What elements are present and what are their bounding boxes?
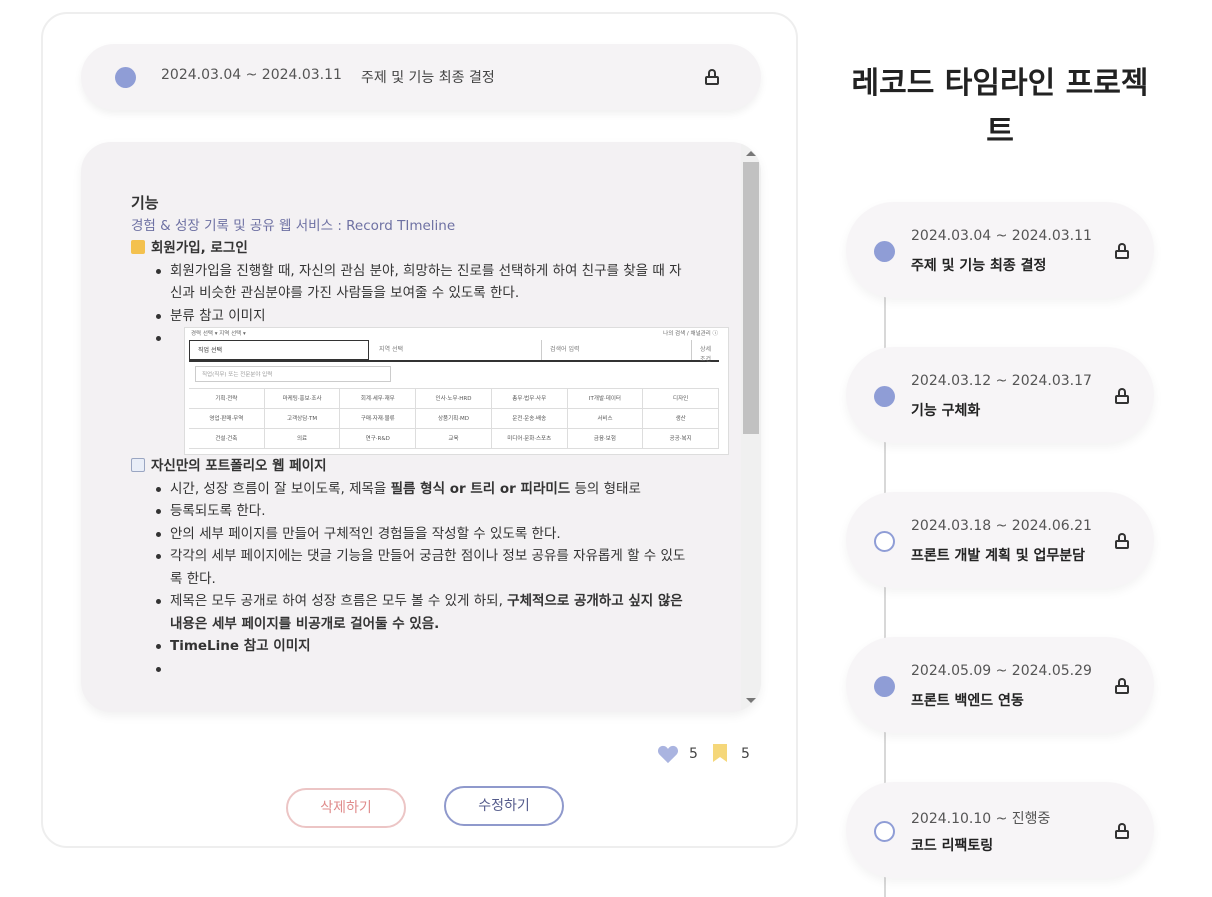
category-cell: 운전·운송·배송 [491,409,568,429]
category-cell: 회계·세무·재무 [340,389,417,409]
lock-icon[interactable] [1115,678,1129,694]
section-subtitle: 경험 & 성장 기록 및 공유 웹 서비스 : Record TImeline [131,217,456,234]
category-cell: 영업·판매·무역 [189,409,265,429]
timeline-dot-icon [874,241,895,262]
category-cell: IT개발·데이터 [567,389,644,409]
list-item: 분류 참고 이미지 [156,305,691,328]
timeline-dot-icon [874,531,895,552]
edit-button[interactable]: 수정하기 [444,786,564,826]
document-emoji-icon [131,458,145,472]
list-item: 시간, 성장 흐름이 잘 보이도록, 제목을 필름 형식 or 트리 or 피라… [156,478,691,501]
timeline-dot-icon [874,821,895,842]
heart-icon[interactable] [657,744,679,764]
category-cell: 인사·노무·HRD [416,389,492,409]
category-cell: 디자인 [643,389,719,409]
detail-title: 주제 및 기능 최종 결정 [361,70,495,86]
detail-date: 2024.03.04 ~ 2024.03.11 [161,67,342,83]
category-cell: 고객상담·TM [264,409,341,429]
list-item: 제목은 모두 공개로 하여 성장 흐름은 모두 볼 수 있게 하되, 구체적으로… [156,590,691,635]
like-count: 5 [689,746,698,762]
lock-icon[interactable] [705,69,719,85]
scroll-thumb[interactable] [743,162,759,434]
signup-header: 회원가입, 로그인 [131,237,691,260]
detail-card: 2024.03.04 ~ 2024.03.11 주제 및 기능 최종 결정 기능… [41,12,798,848]
category-cell: 마케팅·홍보·조사 [264,389,341,409]
timeline-title: 기능 구체화 [911,403,981,419]
section-title: 기능 [131,194,159,212]
timeline-title: 코드 리팩토링 [911,838,994,854]
portfolio-header: 자신만의 포트폴리오 웹 페이지 [131,455,691,478]
scrollbar[interactable] [741,142,761,712]
detail-header: 2024.03.04 ~ 2024.03.11 주제 및 기능 최종 결정 [81,44,761,110]
category-cell: 서비스 [567,409,644,429]
page-title: 레코드 타임라인 프로젝트 [851,66,1149,149]
bookmark-count: 5 [741,746,750,762]
timeline-title: 주제 및 기능 최종 결정 [911,258,1047,274]
detail-content[interactable]: 기능 경험 & 성장 기록 및 공유 웹 서비스 : Record TImeli… [81,142,761,712]
list-item: 등록되도록 한다. [156,500,691,523]
category-cell: 금융·보험 [567,429,644,449]
scroll-down-arrow-icon[interactable] [746,698,756,703]
list-item: TimeLine 참고 이미지 [156,635,691,658]
timeline-dot-icon [874,386,895,407]
list-item: 경력 선택 ▾ 지역 선택 ▾ 나의 검색 / 채널관리 ⓘ 직업 선택 지역 … [156,327,729,455]
timeline-date: 2024.10.10 ~ 진행중 [911,811,1051,827]
timeline-dot-icon [874,676,895,697]
timeline-date: 2024.03.18 ~ 2024.06.21 [911,518,1092,534]
timeline-item[interactable]: 2024.03.18 ~ 2024.06.21 프론트 개발 계획 및 업무분담 [846,492,1154,588]
category-cell: 미디어·문화·스포츠 [491,429,568,449]
category-cell: 공공·복지 [643,429,719,449]
list-item: 안의 세부 페이지를 만들어 구체적인 경험들을 작성할 수 있도록 한다. [156,523,691,546]
lock-icon[interactable] [1115,243,1129,259]
lock-emoji-icon [131,240,145,254]
timeline-item[interactable]: 2024.03.12 ~ 2024.03.17 기능 구체화 [846,347,1154,443]
list-item: 각각의 세부 페이지에는 댓글 기능을 만들어 궁금한 점이나 정보 공유를 자… [156,545,691,590]
status-dot-icon [115,67,136,88]
timeline-title: 프론트 백엔드 연동 [911,693,1024,709]
lock-icon[interactable] [1115,823,1129,839]
category-cell: 상품기획·MD [416,409,492,429]
timeline-item[interactable]: 2024.03.04 ~ 2024.03.11 주제 및 기능 최종 결정 [846,202,1154,298]
category-cell: 교육 [416,429,492,449]
timeline-date: 2024.03.04 ~ 2024.03.11 [911,228,1092,244]
timeline-date: 2024.03.12 ~ 2024.03.17 [911,373,1092,389]
category-cell: 생산 [643,409,719,429]
category-cell: 구매·자재·물류 [340,409,417,429]
list-item: 회원가입을 진행할 때, 자신의 관심 분야, 희망하는 진로를 선택하게 하여… [156,260,691,305]
timeline-item[interactable]: 2024.05.09 ~ 2024.05.29 프론트 백엔드 연동 [846,637,1154,733]
category-cell: 연구·R&D [340,429,417,449]
timeline-date: 2024.05.09 ~ 2024.05.29 [911,663,1092,679]
lock-icon[interactable] [1115,388,1129,404]
category-cell: 총무·법무·사무 [491,389,568,409]
scroll-up-arrow-icon[interactable] [746,151,756,156]
timeline-item[interactable]: 2024.10.10 ~ 진행중 코드 리팩토링 [846,782,1154,878]
bookmark-icon[interactable] [713,744,727,762]
category-cell: 기획·전략 [189,389,265,409]
category-cell: 건설·건축 [189,429,265,449]
lock-icon[interactable] [1115,533,1129,549]
delete-button[interactable]: 삭제하기 [286,788,406,828]
category-cell: 의료 [264,429,341,449]
timeline-title: 프론트 개발 계획 및 업무분담 [911,548,1086,564]
category-reference-image: 경력 선택 ▾ 지역 선택 ▾ 나의 검색 / 채널관리 ⓘ 직업 선택 지역 … [184,327,729,455]
